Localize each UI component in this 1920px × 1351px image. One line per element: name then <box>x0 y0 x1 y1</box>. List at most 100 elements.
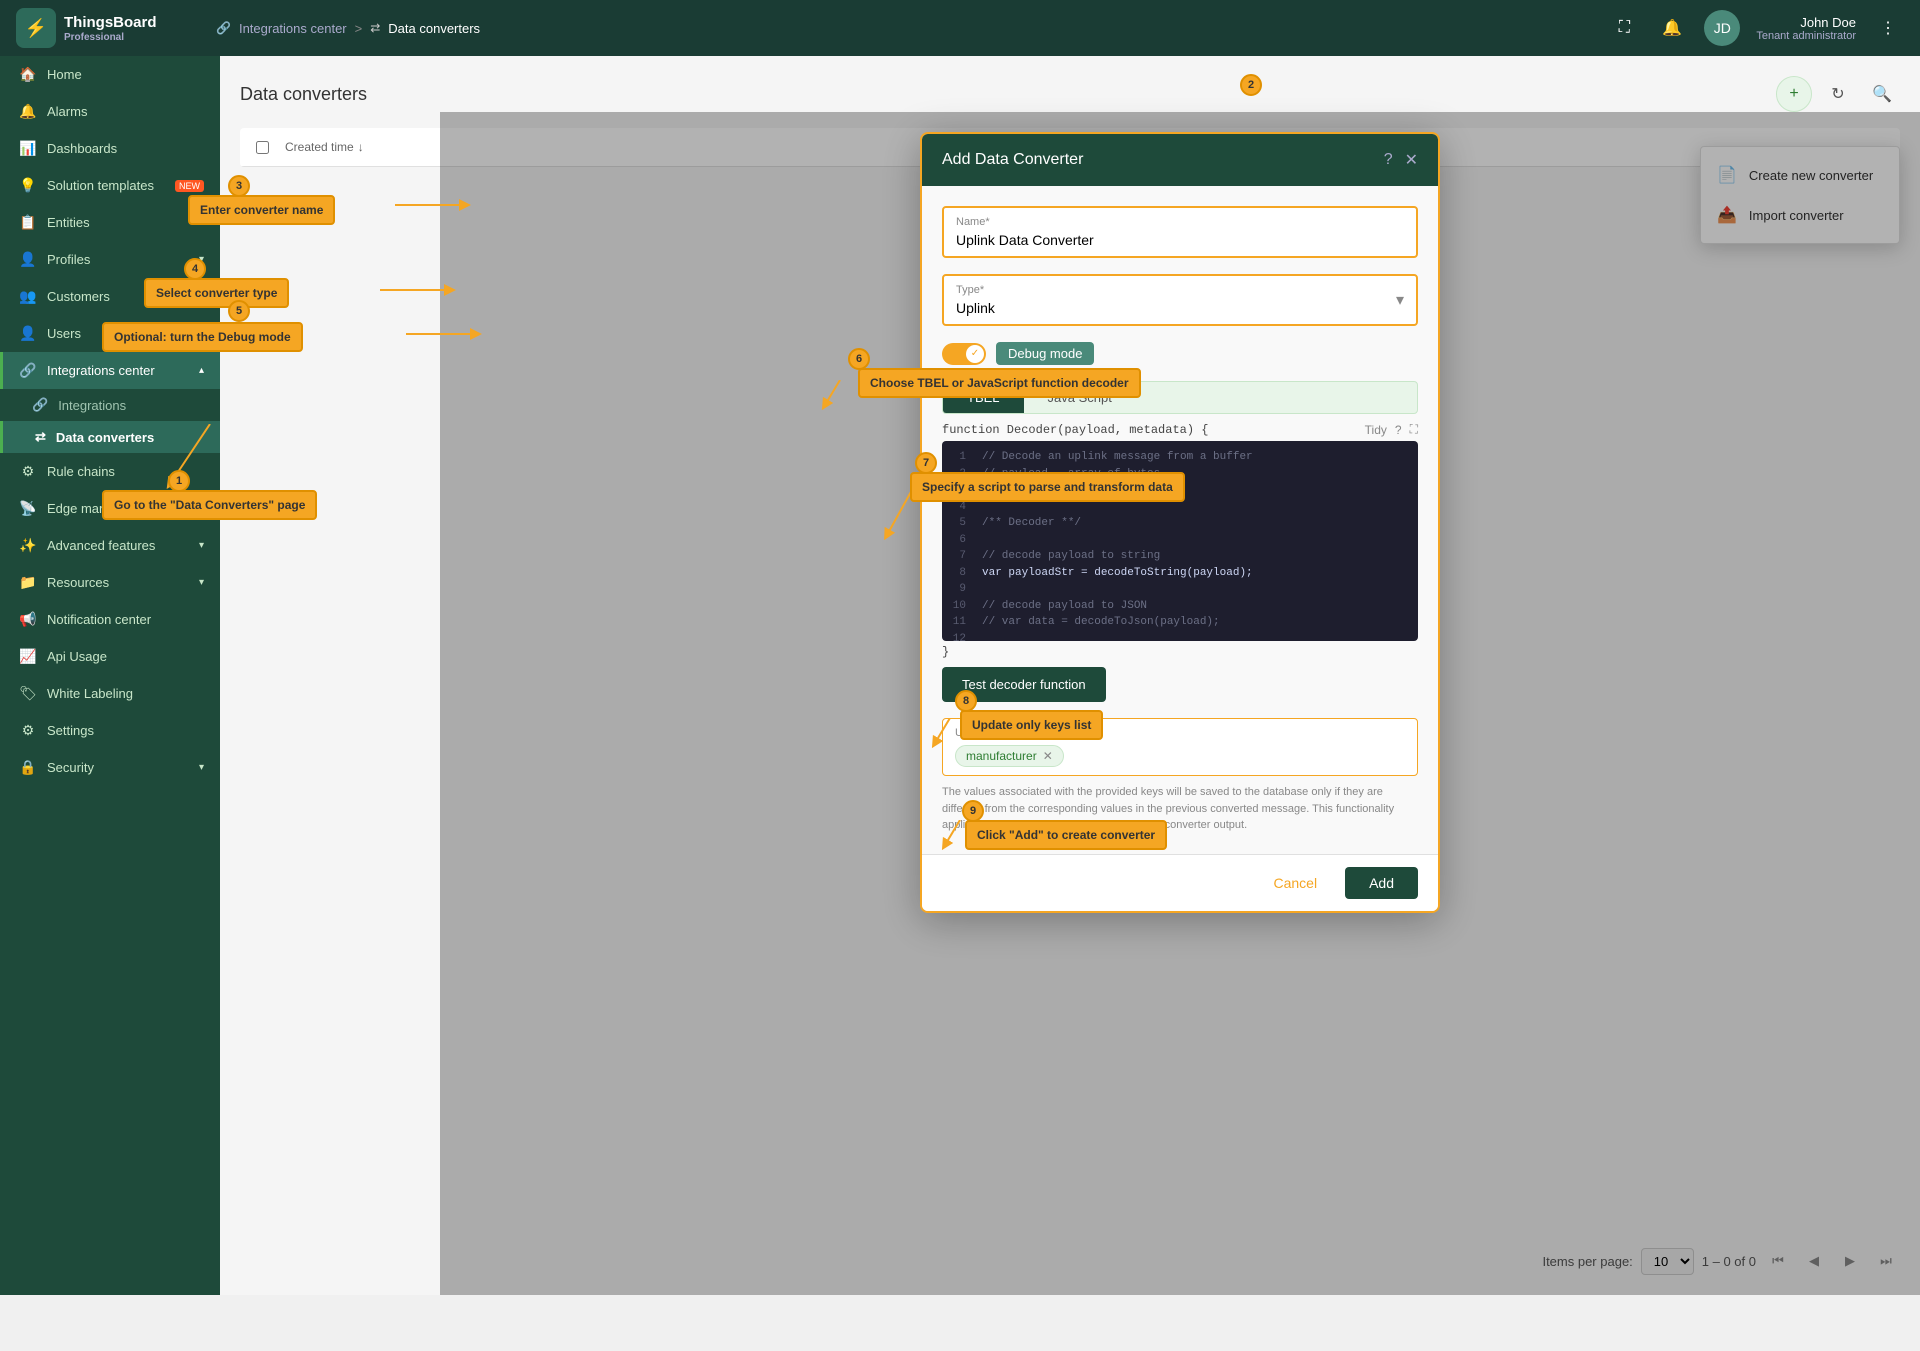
code-line: 5/** Decoder **/ <box>950 515 1410 532</box>
keys-chips: manufacturer ✕ <box>955 745 1405 767</box>
notifications-button[interactable]: 🔔 <box>1656 12 1688 44</box>
add-button[interactable]: Add <box>1345 867 1418 899</box>
sidebar-item-profiles[interactable]: 👤 Profiles ▾ <box>0 241 220 278</box>
code-editor[interactable]: 1// Decode an uplink message from a buff… <box>942 441 1418 641</box>
add-button[interactable]: + <box>1776 76 1812 112</box>
code-type-toggle: TBEL Java Script <box>942 381 1418 414</box>
sidebar-item-resources[interactable]: 📁 Resources ▾ <box>0 564 220 601</box>
name-field: Name* <box>942 206 1418 258</box>
fullscreen-code-button[interactable]: ⛶ <box>1410 422 1418 437</box>
api-usage-icon: 📈 <box>19 648 37 665</box>
code-line: 2// payload - array of bytes <box>950 466 1410 483</box>
sidebar-item-label: Integrations center <box>47 363 155 378</box>
sidebar-item-label: Entities <box>47 215 90 230</box>
sidebar-item-dashboards[interactable]: 📊 Dashboards <box>0 130 220 167</box>
sidebar-subitem-label: Data converters <box>56 430 154 445</box>
select-all-checkbox[interactable] <box>256 141 269 154</box>
sidebar: 🏠 Home 🔔 Alarms 📊 Dashboards 💡 Solution … <box>0 56 220 1295</box>
sidebar-item-settings[interactable]: ⚙ Settings <box>0 712 220 749</box>
customers-icon: 👥 <box>19 288 37 305</box>
modal-header: Add Data Converter ? ✕ <box>922 134 1438 186</box>
manufacturer-chip: manufacturer ✕ <box>955 745 1064 767</box>
sidebar-item-data-converters[interactable]: ⇄ Data converters <box>0 421 220 453</box>
type-label: Type* <box>956 284 984 296</box>
debug-toggle[interactable]: ✓ <box>942 343 986 365</box>
sidebar-item-rule-chains[interactable]: ⚙ Rule chains <box>0 453 220 490</box>
refresh-button[interactable]: ↻ <box>1820 76 1856 112</box>
sidebar-item-label: Solution templates <box>47 178 154 193</box>
keys-field-label: Update only keys list <box>955 727 1405 739</box>
integrations-icon: 🔗 <box>32 397 48 413</box>
advanced-features-icon: ✨ <box>19 537 37 554</box>
code-line: 1// Decode an uplink message from a buff… <box>950 449 1410 466</box>
sidebar-item-label: Api Usage <box>47 649 107 664</box>
sidebar-item-home[interactable]: 🏠 Home <box>0 56 220 93</box>
modal-footer: Cancel Add <box>922 854 1438 911</box>
page-header: Data converters + ↻ 🔍 <box>240 76 1900 112</box>
header-actions: + ↻ 🔍 <box>1776 76 1900 112</box>
toggle-knob: ✓ <box>966 345 984 363</box>
close-modal-button[interactable]: ✕ <box>1405 150 1418 170</box>
resources-icon: 📁 <box>19 574 37 591</box>
users-icon: 👤 <box>19 325 37 342</box>
sidebar-item-label: Resources <box>47 575 109 590</box>
name-label: Name* <box>956 216 990 228</box>
sidebar-item-solution-templates[interactable]: 💡 Solution templates NEW <box>0 167 220 204</box>
type-select[interactable]: Uplink Downlink <box>944 276 1416 324</box>
sidebar-item-users[interactable]: 👤 Users <box>0 315 220 352</box>
chevron-up-icon: ▴ <box>199 365 204 376</box>
main-content: Data converters + ↻ 🔍 Created time ↓ 📄 C… <box>220 56 1920 1295</box>
breadcrumb: 🔗 Integrations center > ⇄ Data converter… <box>216 21 1608 36</box>
javascript-button[interactable]: Java Script <box>1024 382 1136 413</box>
code-line: 10// decode payload to JSON <box>950 598 1410 615</box>
name-input[interactable] <box>944 208 1416 256</box>
dashboards-icon: 📊 <box>19 140 37 157</box>
sidebar-item-label: Security <box>47 760 94 775</box>
annotation-2-circle: 2 <box>1240 74 1262 96</box>
sidebar-item-label: Settings <box>47 723 94 738</box>
help-code-button[interactable]: ? <box>1395 423 1402 437</box>
chevron-down-icon: ▾ <box>199 577 204 588</box>
sidebar-item-label: White Labeling <box>47 686 133 701</box>
keys-hint: The values associated with the provided … <box>942 784 1418 834</box>
add-data-converter-modal: Add Data Converter ? ✕ Name* Type <box>920 132 1440 913</box>
help-button[interactable]: ? <box>1384 151 1393 169</box>
search-button[interactable]: 🔍 <box>1864 76 1900 112</box>
modal-overlay: Add Data Converter ? ✕ Name* Type <box>440 112 1920 1295</box>
sidebar-item-security[interactable]: 🔒 Security ▾ <box>0 749 220 786</box>
type-field-wrapper: Type* Uplink Downlink ▾ <box>942 274 1418 326</box>
modal-title: Add Data Converter <box>942 151 1083 169</box>
sidebar-item-advanced-features[interactable]: ✨ Advanced features ▾ <box>0 527 220 564</box>
sidebar-item-edge-management[interactable]: 📡 Edge management <box>0 490 220 527</box>
sidebar-item-label: Edge management <box>47 501 157 516</box>
created-time-column-header[interactable]: Created time ↓ <box>285 140 364 154</box>
chip-label: manufacturer <box>966 749 1037 763</box>
tbel-button[interactable]: TBEL <box>943 382 1024 413</box>
logo-text: ThingsBoard Professional <box>64 14 157 43</box>
logo-area: ⚡ ThingsBoard Professional <box>16 8 216 48</box>
cancel-button[interactable]: Cancel <box>1257 867 1333 899</box>
rule-chains-icon: ⚙ <box>19 463 37 480</box>
more-menu-button[interactable]: ⋮ <box>1872 12 1904 44</box>
sidebar-item-alarms[interactable]: 🔔 Alarms <box>0 93 220 130</box>
name-field-wrapper: Name* <box>942 206 1418 258</box>
sidebar-item-white-labeling[interactable]: 🏷 White Labeling <box>0 675 220 712</box>
chip-remove-button[interactable]: ✕ <box>1043 749 1053 763</box>
sidebar-item-integrations-center[interactable]: 🔗 Integrations center ▴ <box>0 352 220 389</box>
avatar: JD <box>1704 10 1740 46</box>
logo-icon: ⚡ <box>16 8 56 48</box>
code-line: 6 <box>950 532 1410 549</box>
entities-icon: 📋 <box>19 214 37 231</box>
sidebar-item-api-usage[interactable]: 📈 Api Usage <box>0 638 220 675</box>
sidebar-item-notification-center[interactable]: 📢 Notification center <box>0 601 220 638</box>
fullscreen-button[interactable]: ⛶ <box>1608 12 1640 44</box>
type-field: Type* Uplink Downlink ▾ <box>942 274 1418 326</box>
sidebar-item-label: Home <box>47 67 82 82</box>
test-decoder-button[interactable]: Test decoder function <box>942 667 1106 702</box>
sidebar-item-customers[interactable]: 👥 Customers <box>0 278 220 315</box>
sidebar-item-entities[interactable]: 📋 Entities ▾ <box>0 204 220 241</box>
page-title: Data converters <box>240 84 367 105</box>
sidebar-item-integrations[interactable]: 🔗 Integrations <box>0 389 220 421</box>
tidy-button[interactable]: Tidy <box>1365 423 1387 437</box>
code-header: function Decoder(payload, metadata) { Ti… <box>942 422 1418 437</box>
